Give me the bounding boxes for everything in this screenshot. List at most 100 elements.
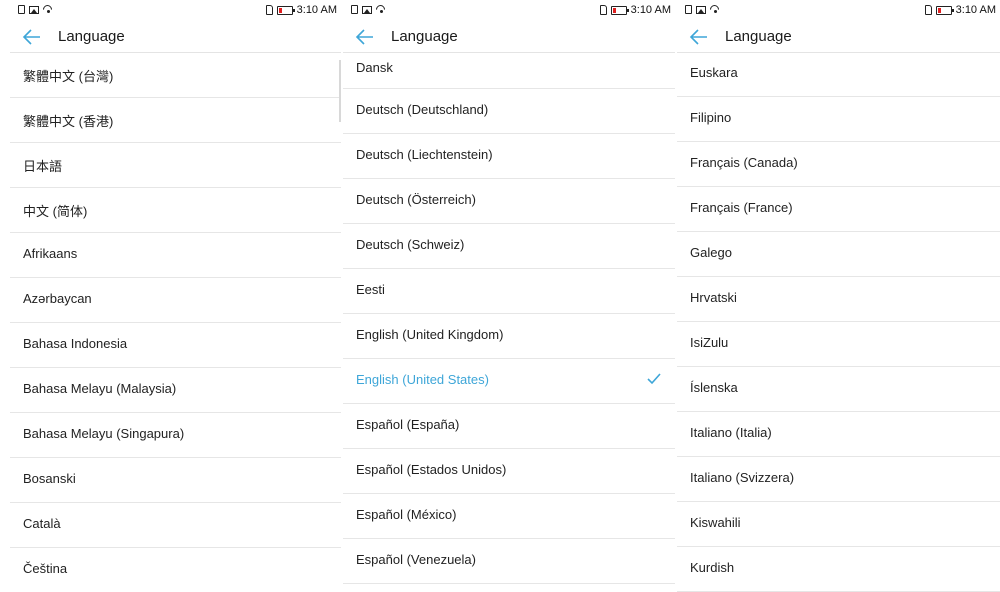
sd-card-icon [265,5,273,15]
page-title: Language [725,28,792,45]
image-notification-icon [362,5,372,14]
language-screen-3: 3:10 AM Language Euskara Filipino Français… [677,0,1000,592]
language-item[interactable]: Español (España) [343,404,675,449]
language-item[interactable]: English (United Kingdom) [343,314,675,359]
image-notification-icon [29,5,39,14]
language-item-label: Bahasa Melayu (Singapura) [23,426,185,441]
app-bar: Language [677,22,1000,52]
language-item[interactable]: 繁體中文 (台灣) [10,53,341,98]
page-title: Language [391,28,458,45]
language-item[interactable]: Galego [677,232,1000,277]
language-item[interactable]: Filipino [677,97,1000,142]
language-item[interactable]: Español (Estados Unidos) [343,449,675,494]
language-item[interactable]: Eesti [343,269,675,314]
language-item-label: Italiano (Svizzera) [690,470,795,485]
language-item[interactable]: Français (France) [677,187,1000,232]
language-item-label: English (United States) [356,372,489,387]
language-item[interactable]: Azərbaycan [10,278,341,323]
language-item[interactable]: Español (Venezuela) [343,539,675,584]
page-title: Language [58,28,125,45]
language-item[interactable]: Afrikaans [10,233,341,278]
arrow-left-icon[interactable] [22,28,42,46]
language-item-label: IsiZulu [690,335,729,350]
status-bar: 3:10 AM [10,0,341,22]
language-item-label: English (United Kingdom) [356,327,504,342]
language-item[interactable]: Deutsch (Österreich) [343,179,675,224]
language-item-label: Kiswahili [690,515,741,530]
language-item-label: Afrikaans [23,246,78,261]
status-bar: 3:10 AM [677,0,1000,22]
language-list[interactable]: 繁體中文 (台灣) 繁體中文 (香港) 日本語中文 (简体) Afrikaans Azə… [10,53,341,592]
wifi-icon [43,5,54,14]
language-item-label: Kurdish [690,560,735,575]
language-item-label: Español (Venezuela) [356,552,476,567]
language-item[interactable]: Kurdish [677,547,1000,592]
language-item-label: Deutsch (Liechtenstein) [356,147,493,162]
language-item[interactable]: Kiswahili [677,502,1000,547]
language-item-label: Italiano (Italia) [690,425,772,440]
language-item-label: Français (Canada) [690,155,798,170]
language-item-label: Dansk [356,60,393,75]
language-item[interactable]: Bahasa Indonesia [10,323,341,368]
language-item-label: Bahasa Indonesia [23,336,128,351]
language-item[interactable]: 繁體中文 (香港) [10,98,341,143]
status-time: 3:10 AM [955,4,996,16]
language-list[interactable]: Dansk Deutsch (Deutschland) Deutsch (Liech… [343,44,675,584]
language-item[interactable]: Dansk [343,44,675,89]
language-item[interactable]: Hrvatski [677,277,1000,322]
language-item[interactable]: Bosanski [10,458,341,503]
language-item-label: Hrvatski [690,290,737,305]
wifi-icon [710,5,721,14]
sim-card-icon [685,5,692,14]
language-item-label: Íslenska [690,380,738,395]
language-item-label: Euskara [690,65,738,80]
language-item-label: Bosanski [23,471,76,486]
battery-icon [610,5,629,15]
checkmark-icon [647,373,661,385]
language-item[interactable]: Català [10,503,341,548]
status-time: 3:10 AM [630,4,671,16]
language-item-label: Español (México) [356,507,457,522]
language-item[interactable]: Čeština [10,548,341,592]
language-item-label: Eesti [356,282,385,297]
battery-icon [935,5,954,15]
sim-card-icon [351,5,358,14]
language-screen-2: 3:10 AM Language Dansk Deutsch (Deutschla… [343,0,675,592]
language-item-label: Español (Estados Unidos) [356,462,507,477]
language-item-label: 日本語 [23,159,63,174]
language-item[interactable]: 中文 (简体) [10,188,341,233]
language-item[interactable]: Deutsch (Liechtenstein) [343,134,675,179]
language-list[interactable]: Euskara Filipino Français (Canada) Français… [677,52,1000,592]
language-item-label: Català [23,516,61,531]
language-screen-1: 3:10 AM Language 繁體中文 (台灣) 繁體中文 (香港) 日本語中文… [10,0,341,592]
language-item-label: Deutsch (Deutschland) [356,102,489,117]
language-item-label: 繁體中文 (香港) [23,114,114,129]
language-item[interactable]: Íslenska [677,367,1000,412]
sd-card-icon [924,5,932,15]
language-item-label: Español (España) [356,417,460,432]
language-item-label: 繁體中文 (台灣) [23,69,114,84]
language-item[interactable]: 日本語 [10,143,341,188]
language-item[interactable]: Italiano (Italia) [677,412,1000,457]
language-item[interactable]: Euskara [677,52,1000,97]
language-item-label: Galego [690,245,732,260]
wifi-icon [376,5,387,14]
arrow-left-icon[interactable] [689,28,709,46]
language-item[interactable]: Italiano (Svizzera) [677,457,1000,502]
language-item[interactable]: Deutsch (Deutschland) [343,89,675,134]
language-item[interactable]: Español (México) [343,494,675,539]
language-item[interactable]: IsiZulu [677,322,1000,367]
language-item-label: 中文 (简体) [23,204,88,219]
language-item-label: Bahasa Melayu (Malaysia) [23,381,177,396]
language-item[interactable]: Bahasa Melayu (Malaysia) [10,368,341,413]
language-item[interactable]: Bahasa Melayu (Singapura) [10,413,341,458]
scrollbar[interactable] [339,60,341,122]
language-item-label: Azərbaycan [23,291,92,306]
language-item-label: Deutsch (Schweiz) [356,237,465,252]
app-bar: Language [10,22,341,52]
language-item[interactable]: English (United States) [343,359,675,404]
language-item[interactable]: Deutsch (Schweiz) [343,224,675,269]
language-item[interactable]: Français (Canada) [677,142,1000,187]
sim-card-icon [18,5,25,14]
battery-icon [276,5,295,15]
